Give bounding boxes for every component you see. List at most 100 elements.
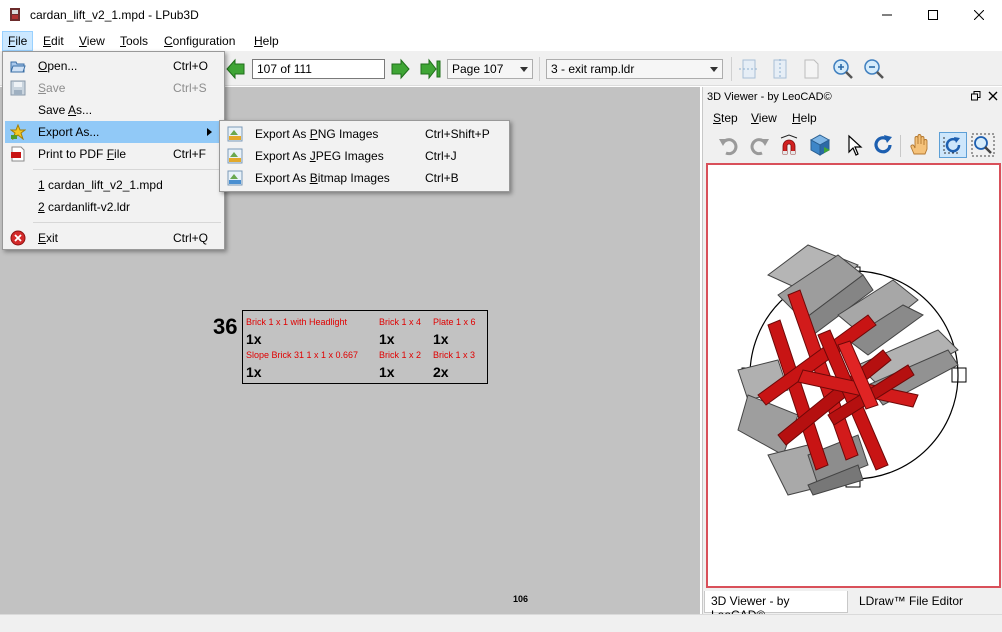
menu-item-recent-1[interactable]: 1 cardan_lift_v2_1.mpd	[5, 174, 223, 196]
page-combo-value: Page 107	[452, 62, 504, 76]
menu-help[interactable]: Help	[249, 31, 284, 51]
menu-item-export-bitmap[interactable]: Export As Bitmap Images Ctrl+B	[222, 167, 508, 189]
snap-magnet-icon[interactable]	[777, 133, 801, 157]
menu-file[interactable]: File	[2, 31, 34, 51]
menu-item-recent-2[interactable]: 2 cardanlift-v2.ldr	[5, 196, 223, 218]
fit-height-icon[interactable]	[768, 57, 792, 81]
menu-mnemonic: E	[38, 231, 47, 245]
maximize-button[interactable]	[910, 0, 956, 30]
menu-edit[interactable]: Edit	[38, 31, 69, 51]
page-number-input[interactable]	[252, 59, 385, 79]
menu-label: pen...	[47, 59, 78, 73]
menu-mnemonic: S	[713, 111, 722, 125]
previous-page-icon[interactable]	[224, 57, 248, 81]
status-bar	[0, 614, 1002, 632]
menu-separator	[33, 222, 221, 223]
close-button[interactable]	[956, 0, 1002, 30]
menu-separator	[33, 169, 221, 170]
menu-mnemonic: S	[38, 81, 47, 95]
menu-item-exit[interactable]: Exit Ctrl+Q	[5, 227, 223, 249]
shortcut-label: Ctrl+F	[173, 147, 206, 161]
submodel-combo[interactable]: 3 - exit ramp.ldr	[546, 59, 723, 79]
menu-label: ile	[15, 34, 28, 48]
maximize-icon	[928, 10, 938, 20]
undo-icon[interactable]	[717, 133, 741, 157]
menu-label-pre: Export As	[255, 171, 310, 185]
viewer-menu-help[interactable]: Help	[792, 111, 817, 125]
next-page-icon[interactable]	[388, 57, 412, 81]
viewer-menu-view[interactable]: View	[751, 111, 777, 125]
page-footer-number: 106	[513, 594, 529, 604]
menu-view[interactable]: View	[74, 31, 110, 51]
parts-list: Brick 1 x 1 with Headlight 1x Brick 1 x …	[242, 310, 488, 384]
menu-label-pre: Print to PDF	[38, 147, 107, 161]
step-number: 36	[213, 314, 238, 339]
rotate-icon[interactable]	[871, 133, 895, 157]
select-arrow-icon[interactable]	[843, 133, 867, 157]
menu-mnemonic: C	[164, 34, 173, 48]
lpub3d-app-icon	[10, 8, 20, 21]
menu-label: itmap Images	[317, 171, 390, 185]
menu-label: elp	[262, 34, 279, 48]
minimize-icon	[882, 14, 892, 16]
tab-3d-viewer[interactable]: 3D Viewer - by LeoCAD©	[704, 591, 848, 622]
part-name: Brick 1 x 2	[379, 350, 422, 360]
pan-hand-icon[interactable]	[907, 133, 931, 157]
viewer-menu-step[interactable]: Step	[713, 111, 738, 125]
menu-item-save-as[interactable]: Save As...	[5, 99, 223, 121]
pdf-icon	[11, 146, 25, 162]
menu-item-export-jpeg[interactable]: Export As JPEG Images Ctrl+J	[222, 145, 508, 167]
toolbar-separator	[731, 57, 732, 81]
shortcut-label: Ctrl+S	[173, 81, 207, 95]
minimize-button[interactable]	[864, 0, 910, 30]
open-icon	[10, 61, 26, 73]
tab-ldraw-file-editor[interactable]: LDraw™ File Editor	[853, 591, 969, 613]
part-name: Brick 1 x 4	[379, 317, 422, 327]
menu-item-export-png[interactable]: Export As PNG Images Ctrl+Shift+P	[222, 123, 508, 145]
shortcut-label: Ctrl+J	[425, 149, 457, 163]
zoom-out-icon[interactable]	[862, 57, 886, 81]
zoom-extents-icon[interactable]	[971, 133, 995, 157]
shortcut-label: Ctrl+Q	[173, 231, 209, 245]
menu-configuration[interactable]: Configuration	[159, 31, 240, 51]
menu-label: tep	[721, 111, 738, 125]
menu-mnemonic: H	[254, 34, 263, 48]
menu-item-open[interactable]: Open... Ctrl+O	[5, 55, 223, 77]
save-icon	[10, 80, 26, 96]
menu-label: xit	[46, 231, 59, 245]
part-name: Brick 1 x 1 with Headlight	[246, 317, 348, 327]
part-quantity: 1x	[246, 331, 262, 347]
part-name: Brick 1 x 3	[433, 350, 476, 360]
redo-icon[interactable]	[747, 133, 771, 157]
close-dock-icon[interactable]	[988, 91, 998, 101]
page-combo[interactable]: Page 107	[447, 59, 533, 79]
viewer-dock: 3D Viewer - by LeoCAD© Step View Help 3D…	[702, 87, 1002, 622]
menu-label: Export As...	[38, 125, 100, 139]
menu-mnemonic: O	[38, 59, 48, 73]
menu-mnemonic: F	[106, 147, 115, 161]
menu-mnemonic: H	[792, 111, 801, 125]
export-icon	[10, 124, 26, 140]
menu-label: cardan_lift_v2_1.mpd	[44, 178, 163, 192]
fit-width-icon[interactable]	[737, 57, 761, 81]
zoom-in-icon[interactable]	[831, 57, 855, 81]
menu-label: iew	[86, 34, 105, 48]
menu-item-print-pdf[interactable]: Print to PDF File Ctrl+F	[5, 143, 223, 165]
rotate-view-icon[interactable]	[939, 132, 967, 158]
3d-viewport[interactable]	[706, 163, 1001, 588]
chevron-down-icon	[710, 67, 718, 72]
title-bar: cardan_lift_v2_1.mpd - LPub3D	[0, 0, 1002, 30]
menu-item-export-as[interactable]: Export As...	[5, 121, 223, 143]
menu-tools[interactable]: Tools	[115, 31, 153, 51]
fit-page-icon[interactable]	[799, 57, 823, 81]
menu-mnemonic: P	[309, 127, 318, 141]
last-page-icon[interactable]	[419, 57, 443, 81]
menu-label: onfiguration	[172, 34, 236, 48]
float-dock-icon[interactable]	[971, 91, 981, 101]
menu-label-pre: Save	[38, 103, 69, 117]
transform-cube-icon[interactable]	[808, 133, 832, 157]
close-icon	[974, 10, 984, 20]
menu-item-save[interactable]: Save Ctrl+S	[5, 77, 223, 99]
file-menu: Open... Ctrl+O Save Ctrl+S Save As... Ex…	[2, 51, 225, 250]
viewer-title: 3D Viewer - by LeoCAD©	[707, 91, 832, 103]
